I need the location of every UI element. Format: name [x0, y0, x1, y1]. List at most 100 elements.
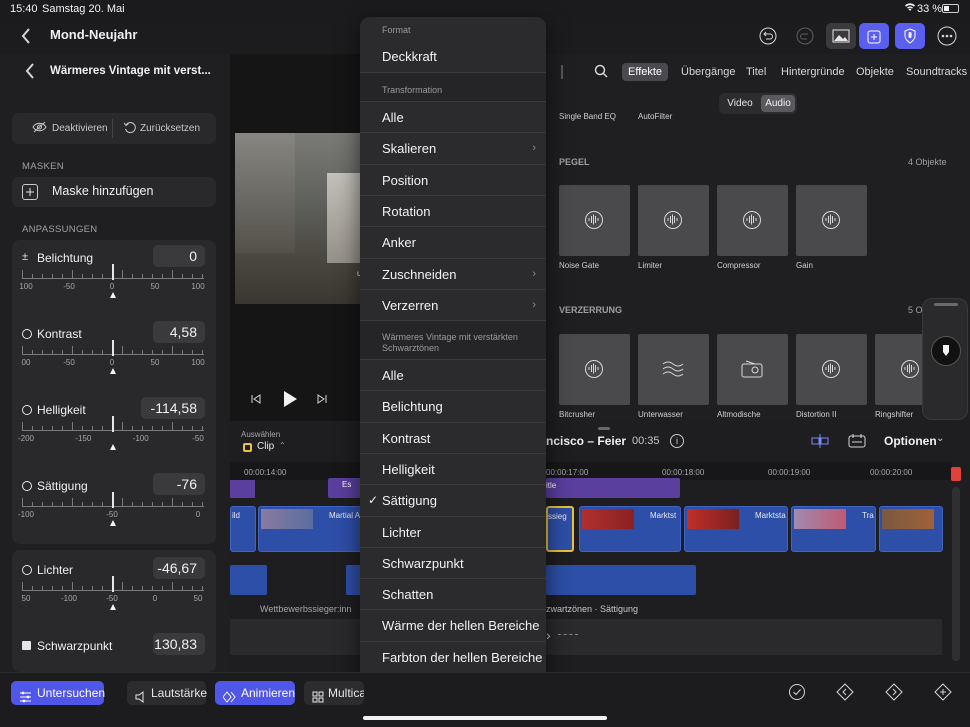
slider-thumb[interactable]: [110, 520, 116, 526]
segment-video[interactable]: Video: [721, 95, 759, 112]
checkmark-circle-icon[interactable]: [788, 683, 806, 701]
menu-item-effect-9[interactable]: Farbton der hellen Bereiche: [360, 640, 546, 672]
menu-item-effect-0[interactable]: Alle: [360, 359, 546, 390]
mic-icon[interactable]: [895, 23, 925, 49]
playhead-marker[interactable]: [951, 467, 961, 481]
more-icon[interactable]: [936, 25, 958, 47]
reset-button[interactable]: Zurücksetzen: [113, 113, 216, 144]
inspector-back-icon[interactable]: [22, 62, 38, 80]
video-clip-selected[interactable]: ssieg: [546, 506, 574, 552]
menu-item-effect-4[interactable]: ✓ Sättigung: [360, 484, 546, 515]
tab-3[interactable]: Hintergründe: [775, 63, 851, 81]
menu-item-effect-3[interactable]: Helligkeit: [360, 452, 546, 484]
video-clip[interactable]: [879, 506, 943, 552]
redo-icon[interactable]: [794, 25, 816, 47]
photo-icon[interactable]: [826, 23, 856, 49]
menu-item-effect-8[interactable]: Wärme der hellen Bereiche: [360, 609, 546, 640]
undo-icon[interactable]: [757, 25, 779, 47]
effect-single-band-eq[interactable]: Single Band EQ: [559, 112, 616, 121]
menu-item-effect-6[interactable]: Schwarzpunkt: [360, 546, 546, 578]
menu-item-transform-4[interactable]: Anker: [360, 226, 546, 257]
prev-keyframe-icon[interactable]: [836, 683, 854, 701]
slider-thumb[interactable]: [110, 444, 116, 450]
volume-button[interactable]: Lautstärke: [127, 681, 207, 705]
menu-item-effect-1[interactable]: Belichtung: [360, 390, 546, 421]
drag-handle[interactable]: [561, 65, 563, 79]
lichter-value-field[interactable]: -46,67: [153, 557, 205, 579]
tab-4[interactable]: Objekte: [850, 63, 900, 81]
effect-tile[interactable]: [559, 185, 630, 256]
clip-settings-icon[interactable]: [848, 433, 866, 449]
effect-tile[interactable]: [638, 334, 709, 405]
menu-item-transform-6[interactable]: Verzerren ›: [360, 288, 546, 320]
menu-item-effect-2[interactable]: Kontrast: [360, 421, 546, 453]
play-icon[interactable]: [282, 390, 298, 408]
drag-handle[interactable]: [598, 427, 610, 430]
audio-clip[interactable]: [230, 565, 267, 595]
section-pegel: PEGEL: [559, 157, 590, 167]
title-clip[interactable]: Es: [328, 478, 362, 498]
slider-thumb[interactable]: [110, 368, 116, 374]
share-icon[interactable]: [859, 23, 889, 49]
slider-thumb[interactable]: [110, 604, 116, 610]
effect-tile[interactable]: [796, 185, 867, 256]
next-keyframe-icon[interactable]: [885, 683, 903, 701]
segment-audio[interactable]: Audio: [761, 95, 795, 112]
schwarzpunkt-value-field[interactable]: 130,83: [153, 633, 205, 655]
menu-item-transform-5[interactable]: Zuschneiden ›: [360, 257, 546, 289]
video-clip[interactable]: Marktsta: [684, 506, 788, 552]
effect-tile[interactable]: [717, 185, 788, 256]
audio-clip[interactable]: [546, 565, 696, 595]
highlights-icon: [22, 565, 32, 575]
tab-5[interactable]: Soundtracks: [900, 63, 970, 81]
options-button[interactable]: Optionen: [884, 434, 937, 448]
helligkeit-value-field[interactable]: -114,58: [141, 397, 205, 419]
multicam-button[interactable]: Multica: [304, 681, 364, 705]
inspect-button[interactable]: Untersuchen: [11, 681, 105, 705]
info-icon[interactable]: i: [670, 434, 684, 448]
skip-forward-icon[interactable]: [316, 394, 328, 404]
jog-wheel-icon[interactable]: [931, 336, 961, 366]
tick-label: -50: [106, 594, 118, 603]
menu-item-transform-2[interactable]: Position: [360, 163, 546, 195]
search-icon[interactable]: [594, 64, 608, 78]
scrollbar[interactable]: [952, 487, 960, 661]
effect-tile[interactable]: [717, 334, 788, 405]
menu-item-effect-7[interactable]: Schatten: [360, 578, 546, 609]
add-keyframe-icon[interactable]: [934, 683, 952, 701]
effect-tile[interactable]: [638, 185, 709, 256]
animate-button[interactable]: Animieren: [215, 681, 295, 705]
menu-item-transform-1[interactable]: Skalieren ›: [360, 132, 546, 163]
effect-autofilter[interactable]: AutoFilter: [638, 112, 672, 121]
tab-0[interactable]: Effekte: [622, 63, 669, 81]
select-clip-control[interactable]: Clip ⌃: [241, 441, 301, 455]
effect-tile[interactable]: [796, 334, 867, 405]
sättigung-value-field[interactable]: -76: [153, 473, 205, 495]
deactivate-button[interactable]: Deaktivieren: [12, 113, 112, 144]
belichtung-value-field[interactable]: 0: [153, 245, 205, 267]
menu-item-opacity[interactable]: Deckkraft: [360, 41, 546, 72]
menu-item-transform-0[interactable]: Alle: [360, 101, 546, 132]
keyframe-lane[interactable]: [230, 619, 942, 655]
slider-thumb[interactable]: [110, 292, 116, 298]
add-mask-button[interactable]: Maske hinzufügen: [12, 177, 216, 207]
keyframe-param-label[interactable]: zwartzönen · Sättigung: [546, 604, 638, 614]
menu-item-effect-5[interactable]: Lichter: [360, 515, 546, 547]
effect-tile[interactable]: [559, 334, 630, 405]
video-clip[interactable]: ild: [230, 506, 256, 552]
home-indicator[interactable]: [363, 716, 607, 720]
tab-1[interactable]: Übergänge: [675, 63, 741, 81]
video-clip[interactable]: Tra: [791, 506, 876, 552]
split-icon[interactable]: [810, 433, 830, 449]
video-clip[interactable]: Marktst: [579, 506, 681, 552]
skip-back-icon[interactable]: [250, 394, 262, 404]
video-clip[interactable]: Martial A: [258, 506, 362, 552]
back-icon[interactable]: [16, 26, 36, 46]
effect-tile-label: Limiter: [638, 261, 663, 270]
tab-2[interactable]: Titel: [740, 63, 772, 81]
title-clip[interactable]: [230, 480, 255, 498]
video-frame[interactable]: u: [235, 133, 361, 304]
menu-item-transform-3[interactable]: Rotation: [360, 194, 546, 226]
kontrast-value-field[interactable]: 4,58: [153, 321, 205, 343]
title-clip[interactable]: itle: [546, 478, 680, 498]
